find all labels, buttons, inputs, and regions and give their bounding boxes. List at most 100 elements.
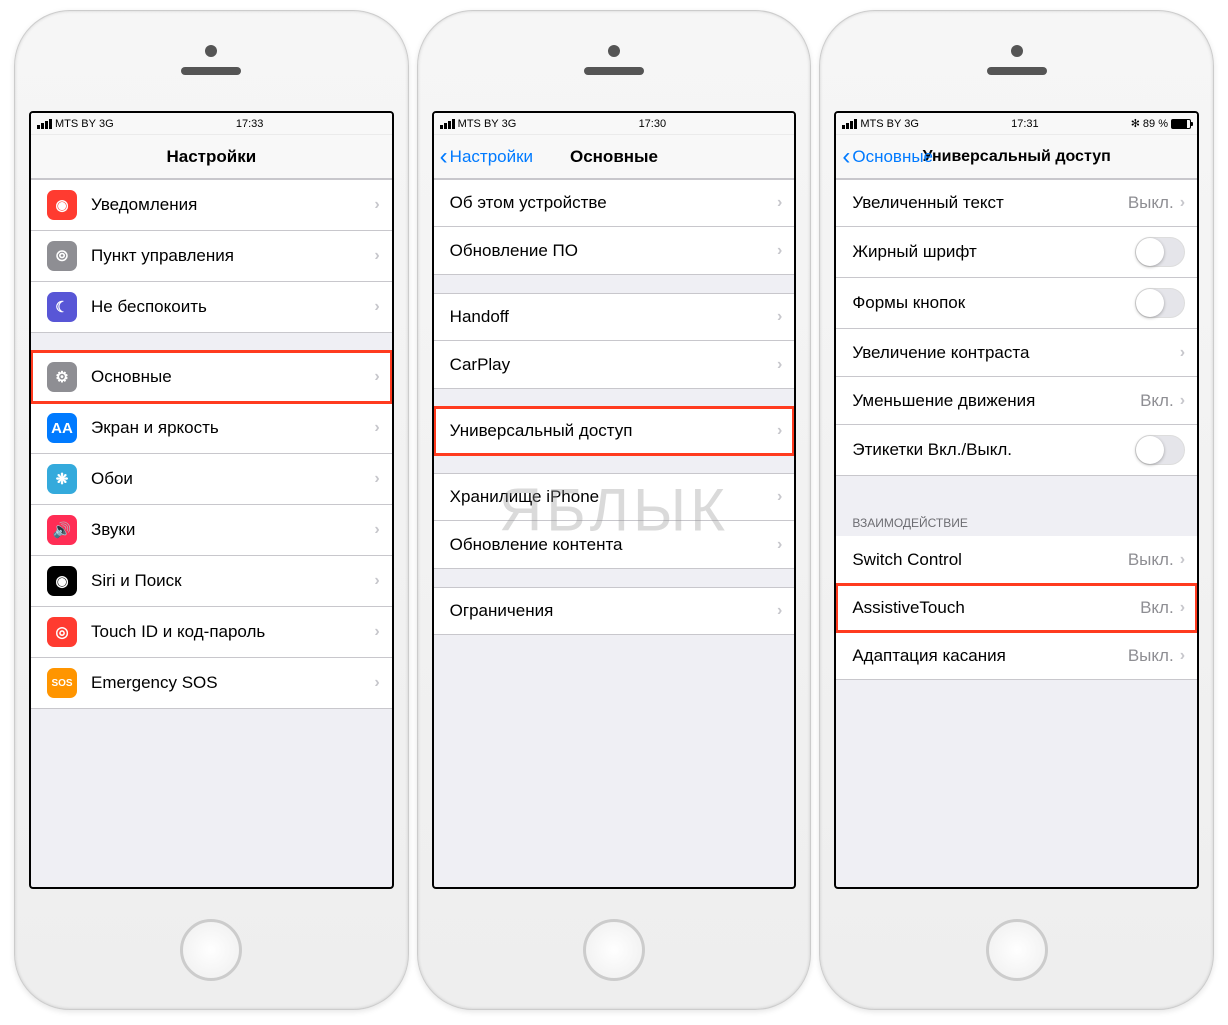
settings-row[interactable]: Ограничения›: [434, 587, 795, 635]
row-label: Siri и Поиск: [91, 571, 374, 591]
navbar: Настройки: [31, 135, 392, 179]
row-label: Пункт управления: [91, 246, 374, 266]
row-icon: ⚙: [47, 362, 77, 392]
row-label: Не беспокоить: [91, 297, 374, 317]
home-button[interactable]: [583, 919, 645, 981]
toggle-switch[interactable]: [1135, 237, 1185, 267]
back-label: Основные: [852, 147, 933, 167]
screen-general: MTS BY 3G 17:30 ‹ Настройки Основные Об …: [432, 111, 797, 889]
page-title: Основные: [570, 147, 658, 167]
settings-row[interactable]: Handoff›: [434, 293, 795, 341]
chevron-right-icon: ›: [374, 470, 379, 488]
chevron-right-icon: ›: [1180, 599, 1185, 617]
chevron-right-icon: ›: [777, 242, 782, 260]
row-label: Обновление контента: [450, 535, 777, 555]
row-label: Emergency SOS: [91, 673, 374, 693]
network-label: 3G: [502, 118, 517, 130]
settings-row[interactable]: ◉Siri и Поиск›: [31, 556, 392, 607]
chevron-right-icon: ›: [1180, 551, 1185, 569]
back-button[interactable]: ‹ Основные: [842, 135, 933, 178]
settings-row[interactable]: Обновление ПО›: [434, 227, 795, 275]
settings-row[interactable]: AssistiveTouchВкл.›: [836, 584, 1197, 632]
clock: 17:31: [1011, 118, 1039, 130]
chevron-right-icon: ›: [1180, 647, 1185, 665]
chevron-right-icon: ›: [374, 247, 379, 265]
row-icon: 🔊: [47, 515, 77, 545]
home-button[interactable]: [986, 919, 1048, 981]
clock: 17:30: [639, 118, 667, 130]
network-label: 3G: [904, 118, 919, 130]
row-label: Жирный шрифт: [852, 242, 1135, 262]
speaker-slot: [181, 67, 241, 75]
chevron-right-icon: ›: [374, 298, 379, 316]
row-icon: ◉: [47, 190, 77, 220]
settings-row[interactable]: AA Экран и яркость›: [31, 403, 392, 454]
screen-settings: MTS BY 3G 17:33 Настройки ◉Уведомления›⦾…: [29, 111, 394, 889]
chevron-right-icon: ›: [777, 308, 782, 326]
settings-row[interactable]: CarPlay›: [434, 341, 795, 389]
home-button[interactable]: [180, 919, 242, 981]
settings-row[interactable]: ☾ Не беспокоить›: [31, 282, 392, 333]
settings-row[interactable]: Уменьшение движенияВкл.›: [836, 377, 1197, 425]
phone-2: MTS BY 3G 17:30 ‹ Настройки Основные Об …: [417, 10, 812, 1010]
page-title: Универсальный доступ: [923, 148, 1111, 166]
general-list: Об этом устройстве›Обновление ПО›Handoff…: [434, 179, 795, 887]
settings-row[interactable]: Увеличенный текстВыкл.›: [836, 179, 1197, 227]
row-label: Обновление ПО: [450, 241, 777, 261]
camera-dot: [1011, 45, 1023, 57]
row-label: Этикетки Вкл./Выкл.: [852, 440, 1135, 460]
settings-row[interactable]: ⦾ Пункт управления›: [31, 231, 392, 282]
row-label: Экран и яркость: [91, 418, 374, 438]
carrier-label: MTS BY: [860, 118, 901, 130]
toggle-switch[interactable]: [1135, 435, 1185, 465]
navbar: ‹ Основные Универсальный доступ: [836, 135, 1197, 179]
settings-row[interactable]: Жирный шрифт: [836, 227, 1197, 278]
settings-row[interactable]: ◎Touch ID и код-пароль›: [31, 607, 392, 658]
camera-dot: [608, 45, 620, 57]
settings-row[interactable]: Адаптация касанияВыкл.›: [836, 632, 1197, 680]
row-label: Основные: [91, 367, 374, 387]
row-label: CarPlay: [450, 355, 777, 375]
row-label: Handoff: [450, 307, 777, 327]
status-bar: MTS BY 3G 17:33: [31, 113, 392, 135]
chevron-right-icon: ›: [777, 488, 782, 506]
signal-icon: [842, 119, 857, 129]
page-title: Настройки: [166, 147, 256, 167]
row-icon: ⦾: [47, 241, 77, 271]
row-label: Увеличение контраста: [852, 343, 1179, 363]
toggle-switch[interactable]: [1135, 288, 1185, 318]
chevron-right-icon: ›: [374, 419, 379, 437]
settings-row[interactable]: ⚙Основные›: [31, 351, 392, 403]
row-label: Адаптация касания: [852, 646, 1128, 666]
settings-row[interactable]: Универсальный доступ›: [434, 407, 795, 455]
row-label: Обои: [91, 469, 374, 489]
row-icon: AA: [47, 413, 77, 443]
back-button[interactable]: ‹ Настройки: [440, 135, 533, 178]
chevron-right-icon: ›: [374, 674, 379, 692]
settings-row[interactable]: Хранилище iPhone›: [434, 473, 795, 521]
settings-row[interactable]: Увеличение контраста›: [836, 329, 1197, 377]
chevron-right-icon: ›: [1180, 194, 1185, 212]
settings-row[interactable]: Switch ControlВыкл.›: [836, 536, 1197, 584]
settings-row[interactable]: ◉Уведомления›: [31, 179, 392, 231]
chevron-right-icon: ›: [374, 572, 379, 590]
screen-accessibility: MTS BY 3G 17:31 ✻ 89 % ‹ Основные Универ…: [834, 111, 1199, 889]
chevron-right-icon: ›: [777, 194, 782, 212]
settings-row[interactable]: Обновление контента›: [434, 521, 795, 569]
row-icon: ☾: [47, 292, 77, 322]
signal-icon: [440, 119, 455, 129]
accessibility-list: Увеличенный текстВыкл.› Жирный шрифт Формы…: [836, 179, 1197, 887]
signal-icon: [37, 119, 52, 129]
settings-row[interactable]: Об этом устройстве›: [434, 179, 795, 227]
group-header: ВЗАИМОДЕЙСТВИЕ: [836, 494, 1197, 536]
settings-row[interactable]: SOSEmergency SOS›: [31, 658, 392, 709]
settings-row[interactable]: 🔊Звуки›: [31, 505, 392, 556]
settings-row[interactable]: Формы кнопок: [836, 278, 1197, 329]
settings-row[interactable]: ❋Обои›: [31, 454, 392, 505]
row-label: Уведомления: [91, 195, 374, 215]
row-label: Switch Control: [852, 550, 1128, 570]
row-value: Вкл.: [1140, 598, 1174, 618]
settings-row[interactable]: Этикетки Вкл./Выкл.: [836, 425, 1197, 476]
row-label: Хранилище iPhone: [450, 487, 777, 507]
row-icon: ◎: [47, 617, 77, 647]
